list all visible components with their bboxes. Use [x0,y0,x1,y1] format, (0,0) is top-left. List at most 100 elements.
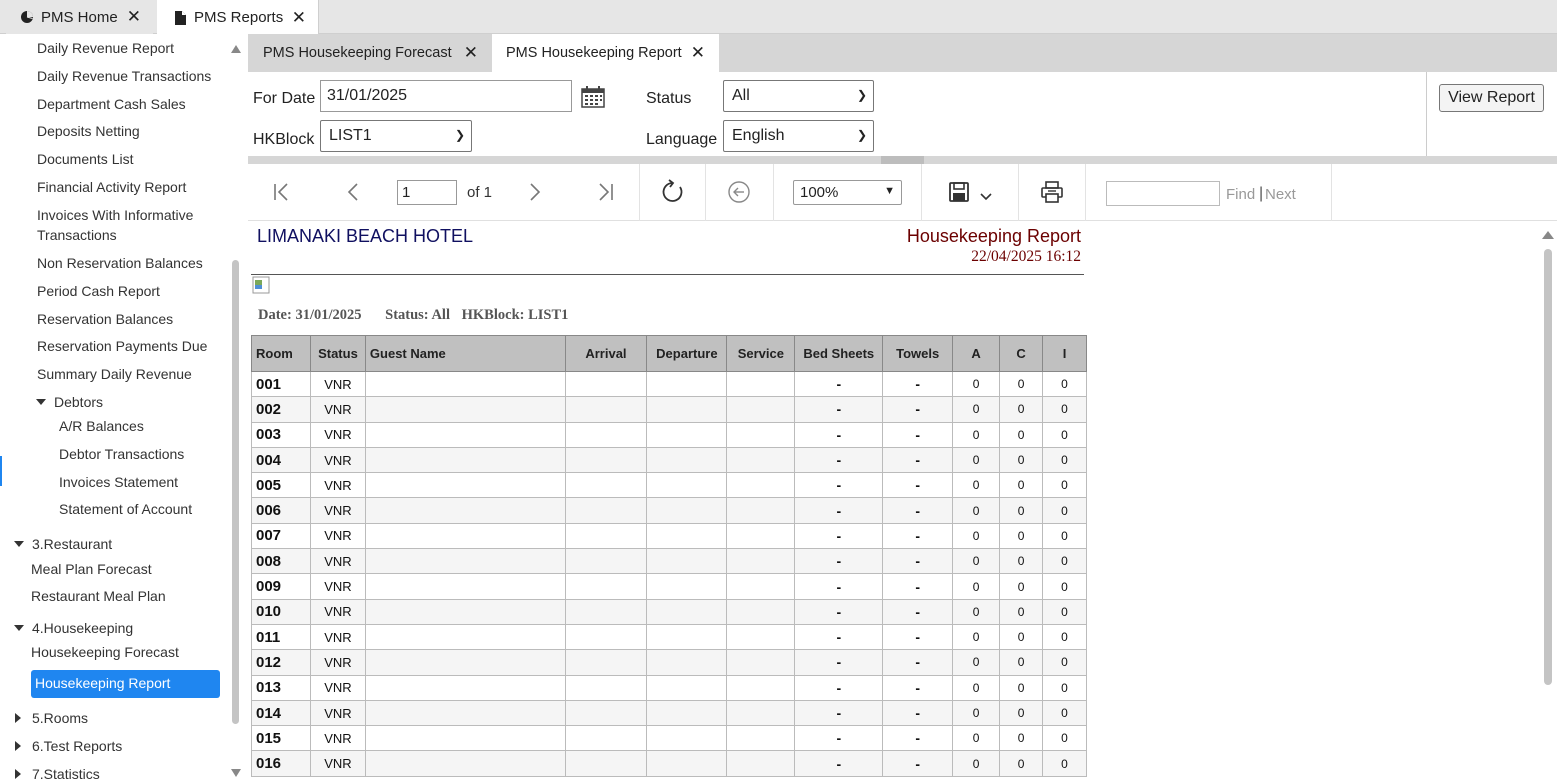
caret-right-icon[interactable] [15,713,21,723]
table-cell-arrival [564,370,648,398]
sidebar-group-housekeeping[interactable]: 4.Housekeeping [32,620,133,636]
calendar-icon[interactable] [581,86,605,108]
collapse-handle[interactable] [881,156,924,164]
refresh-icon[interactable] [660,179,686,205]
table-cell-departure [646,548,728,575]
table-cell-towels: - [882,396,954,423]
table-cell-c: 0 [999,674,1043,701]
table-cell-bed-sheets: - [794,699,884,727]
sidebar-item[interactable]: Restaurant Meal Plan [31,588,166,604]
last-page-icon[interactable] [593,180,617,204]
divider [1018,164,1019,221]
scroll-up-icon[interactable] [1542,231,1554,239]
table-cell-room: 010 [251,598,311,625]
sidebar-item[interactable]: Documents List [37,151,133,167]
table-cell-bed-sheets: - [794,573,884,600]
table-cell-towels: - [882,649,954,676]
sidebar-item[interactable]: Department Cash Sales [37,96,186,112]
previous-page-icon[interactable] [342,180,366,204]
table-cell-departure [646,725,728,752]
sidebar-item[interactable]: Period Cash Report [37,283,160,299]
print-icon[interactable] [1040,180,1064,204]
sidebar-group-debtors[interactable]: Debtors [54,394,103,410]
caret-right-icon[interactable] [15,769,21,779]
view-report-button[interactable]: View Report [1439,84,1544,112]
first-page-icon[interactable] [270,180,294,204]
top-tab-pms-home[interactable]: PMS Home ✕ [6,0,153,34]
sidebar-group-statistics[interactable]: 7.Statistics [32,766,100,782]
table-cell-a: 0 [952,598,1001,625]
left-edge-indicator [0,456,2,486]
sidebar-group-restaurant[interactable]: 3.Restaurant [32,536,112,552]
scroll-up-icon[interactable] [231,45,241,53]
top-tab-pms-reports[interactable]: PMS Reports ✕ [157,0,319,35]
page-number-input[interactable]: 1 [397,180,457,205]
sidebar-item[interactable]: Reservation Balances [37,311,173,327]
find-button[interactable]: Find [1226,186,1255,203]
table-cell-i: 0 [1042,421,1087,448]
table-cell-status: VNR [309,750,366,777]
table-cell-towels: - [882,573,954,600]
chevron-down-icon: ❯ [454,128,465,142]
top-tab-label: PMS Reports [194,9,284,26]
table-cell-a: 0 [952,649,1001,676]
caret-down-icon[interactable] [14,541,24,547]
sidebar-item[interactable]: Deposits Netting [37,123,140,139]
column-header: Departure [646,335,728,372]
status-select[interactable]: All ❯ [723,80,874,112]
language-select[interactable]: English ❯ [723,120,874,152]
divider [1331,164,1332,221]
sidebar-group-rooms[interactable]: 5.Rooms [32,710,88,726]
caret-right-icon[interactable] [15,741,21,751]
sidebar-item[interactable]: Invoices With Informative Transactions [37,205,217,245]
next-button[interactable]: Next [1265,186,1296,203]
export-save-icon[interactable] [948,181,994,205]
table-cell-arrival [564,548,648,575]
find-input[interactable] [1106,181,1220,206]
table-cell-service [726,725,796,752]
table-cell-c: 0 [999,472,1043,499]
sidebar-item[interactable]: Invoices Statement [59,474,178,490]
status-label: Status [646,90,692,107]
next-page-icon[interactable] [522,180,546,204]
table-cell-guest [364,674,566,701]
close-icon[interactable]: ✕ [691,43,705,63]
sidebar-scrollbar[interactable] [232,260,239,724]
table-cell-bed-sheets: - [794,446,884,474]
caret-down-icon[interactable] [14,625,24,631]
sidebar-item[interactable]: Summary Daily Revenue [37,366,192,382]
hkblock-select[interactable]: LIST1 ❯ [320,120,472,152]
tab-housekeeping-report[interactable]: PMS Housekeeping Report ✕ [492,34,719,72]
table-cell-departure [646,623,728,651]
sidebar-item-housekeeping-report[interactable]: Housekeeping Report [31,670,220,698]
sidebar-item[interactable]: Debtor Transactions [59,446,184,462]
sidebar-item[interactable]: Housekeeping Forecast [31,644,179,660]
sidebar-item[interactable]: Reservation Payments Due [37,338,207,354]
sidebar-item[interactable]: Meal Plan Forecast [31,561,152,577]
close-icon[interactable]: ✕ [127,7,141,27]
table-cell-towels: - [882,699,954,727]
sidebar-item[interactable]: Daily Revenue Report [37,40,174,56]
sidebar-item[interactable]: Daily Revenue Transactions [37,68,211,84]
table-cell-guest [364,623,566,651]
close-icon[interactable]: ✕ [464,43,478,63]
table-cell-arrival [564,497,648,524]
table-cell-i: 0 [1042,699,1087,727]
for-date-input[interactable]: 31/01/2025 [320,80,572,112]
table-cell-bed-sheets: - [794,674,884,701]
sidebar-group-test-reports[interactable]: 6.Test Reports [32,738,122,754]
caret-down-icon[interactable] [36,399,46,405]
zoom-select[interactable]: 100% ▼ [793,180,902,205]
close-icon[interactable]: ✕ [292,8,306,28]
sidebar-item[interactable]: A/R Balances [59,418,144,434]
sidebar-item[interactable]: Statement of Account [59,501,192,517]
scroll-down-icon[interactable] [231,769,241,777]
report-scrollbar[interactable] [1544,249,1552,685]
table-cell-c: 0 [999,598,1043,625]
back-icon[interactable] [727,180,751,204]
table-cell-room: 016 [251,750,311,777]
sidebar-item[interactable]: Non Reservation Balances [37,255,203,271]
table-row: 012 VNR - -0 0 0 [251,649,1087,676]
tab-housekeeping-forecast[interactable]: PMS Housekeeping Forecast ✕ [248,34,492,72]
sidebar-item[interactable]: Financial Activity Report [37,179,186,195]
